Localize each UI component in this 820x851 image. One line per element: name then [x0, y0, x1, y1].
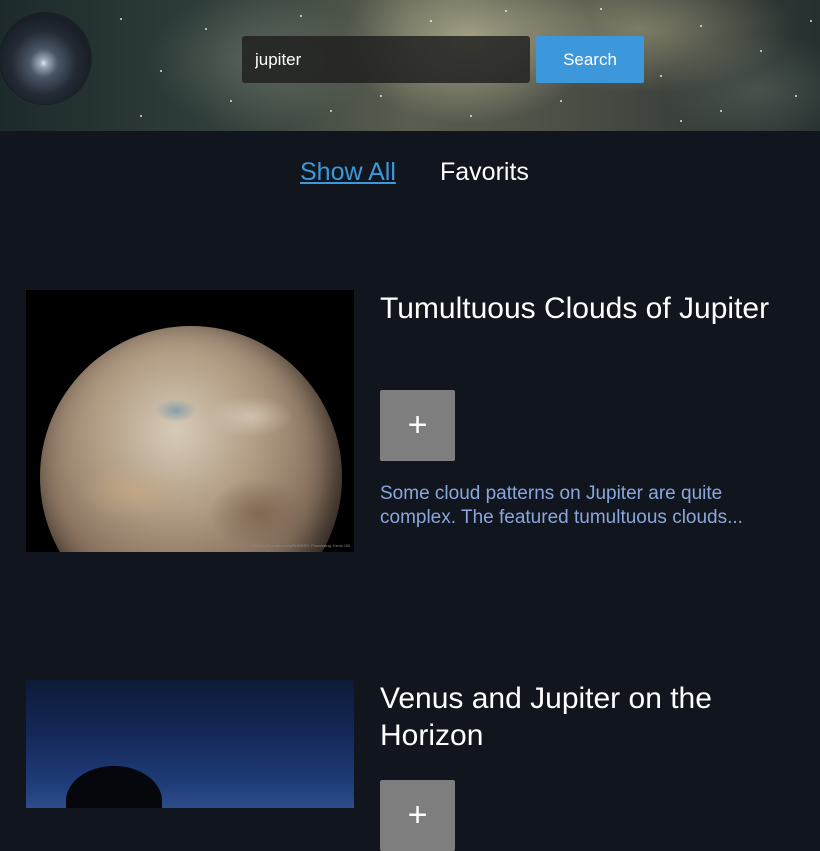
add-favorite-button[interactable]: + — [380, 390, 455, 461]
search-input[interactable] — [242, 36, 530, 83]
tree-silhouette-image — [66, 766, 162, 808]
result-card: NASA/JPL-Caltech/SwRI/MSSS; Processing: … — [0, 290, 820, 552]
result-description: Some cloud patterns on Jupiter are quite… — [380, 483, 743, 528]
galaxy-logo-icon[interactable] — [0, 13, 91, 104]
result-title: Tumultuous Clouds of Jupiter — [380, 292, 770, 325]
tab-show-all[interactable]: Show All — [300, 158, 396, 187]
search-button[interactable]: Search — [536, 36, 644, 83]
image-credit: NASA/JPL-Caltech/SwRI/MSSS; Processing: … — [251, 543, 350, 548]
result-image[interactable] — [26, 680, 354, 808]
view-tabs: Show All Favorits — [0, 150, 820, 196]
add-favorite-button[interactable]: + — [380, 780, 455, 851]
result-card: Venus and Jupiter on the Horizon + — [0, 680, 820, 851]
tab-favorites[interactable]: Favorits — [440, 158, 529, 187]
result-title: Venus and Jupiter on the Horizon — [380, 682, 712, 752]
header-banner: Search — [0, 0, 820, 131]
result-image[interactable]: NASA/JPL-Caltech/SwRI/MSSS; Processing: … — [26, 290, 354, 552]
jupiter-planet-image — [40, 326, 342, 552]
